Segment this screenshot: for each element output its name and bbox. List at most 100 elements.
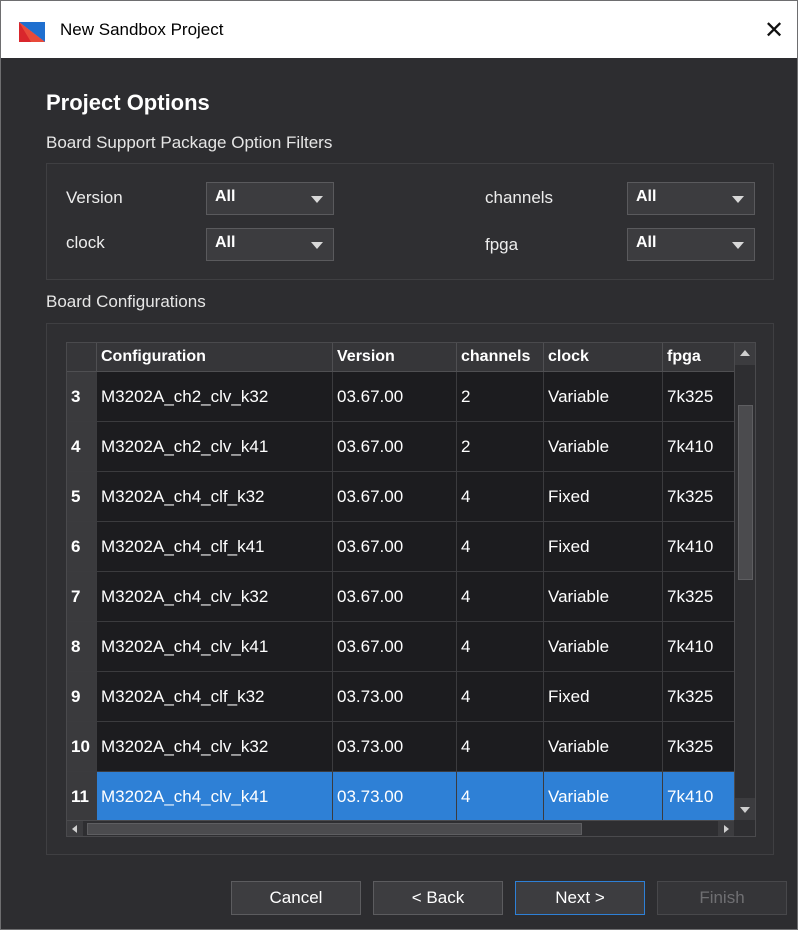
cell-configuration: M3202A_ch4_clf_k41 [97,522,333,571]
channels-filter-select[interactable]: All [627,182,755,215]
scrollbar-corner [734,820,755,836]
vertical-scroll-thumb[interactable] [738,405,753,580]
back-button[interactable]: < Back [373,881,503,915]
row-number: 5 [67,472,97,521]
table-row[interactable]: 8 M3202A_ch4_clv_k41 03.67.00 4 Variable 7k41… [67,622,734,672]
vertical-scrollbar[interactable] [734,343,755,820]
cancel-button[interactable]: Cancel [231,881,361,915]
arrow-left-icon [72,825,77,833]
cell-channels: 4 [457,772,544,821]
finish-button[interactable]: Finish [657,881,787,915]
cell-channels: 4 [457,622,544,671]
scroll-right-button[interactable] [718,821,734,836]
chevron-down-icon [311,242,323,249]
table-header: Configuration Version channels clock fpg… [67,343,755,372]
fpga-filter-label: fpga [485,235,519,254]
scroll-down-button[interactable] [735,798,755,820]
fpga-filter-value: All [636,234,657,251]
channels-filter-label: channels [485,188,554,207]
table-row[interactable]: 6 M3202A_ch4_clf_k41 03.67.00 4 Fixed 7k410 [67,522,734,572]
close-icon: ✕ [763,15,785,44]
column-header-clock[interactable]: clock [544,343,663,371]
close-button[interactable]: ✕ [751,1,797,58]
cell-configuration: M3202A_ch4_clv_k32 [97,572,333,621]
cell-channels: 4 [457,672,544,721]
dialog-window: New Sandbox Project ✕ Project Options Bo… [0,0,798,930]
table-row[interactable]: 9 M3202A_ch4_clf_k32 03.73.00 4 Fixed 7k325 [67,672,734,722]
cell-clock: Fixed [544,672,663,721]
cell-clock: Variable [544,772,663,821]
configs-heading: Board Configurations [46,292,206,311]
cell-channels: 2 [457,372,544,421]
row-number: 10 [67,722,97,771]
arrow-down-icon [740,807,750,813]
scroll-up-button[interactable] [735,343,755,365]
cell-fpga: 7k325 [667,737,714,756]
chevron-down-icon [311,196,323,203]
row-number-header [67,343,97,371]
cell-version: 03.67.00 [333,522,457,571]
cell-fpga: 7k410 [667,437,714,456]
cell-version: 03.67.00 [333,372,457,421]
table-row[interactable]: 4 M3202A_ch2_clv_k41 03.67.00 2 Variable 7k41… [67,422,734,472]
arrow-up-icon [740,350,750,356]
arrow-right-icon [724,825,729,833]
cell-version: 03.67.00 [333,622,457,671]
row-number: 4 [67,422,97,471]
cell-fpga: 7k325 [667,487,714,506]
cell-channels: 4 [457,522,544,571]
column-header-version[interactable]: Version [333,343,457,371]
clock-filter-value: All [215,234,236,251]
cell-fpga: 7k410 [667,537,714,556]
horizontal-scroll-thumb[interactable] [87,823,582,835]
title-bar: New Sandbox Project ✕ [1,1,797,58]
version-filter-select[interactable]: All [206,182,334,215]
cell-configuration: M3202A_ch4_clf_k32 [97,672,333,721]
cell-clock: Variable [544,572,663,621]
cell-clock: Variable [544,622,663,671]
table-row[interactable]: 5 M3202A_ch4_clf_k32 03.67.00 4 Fixed 7k325 [67,472,734,522]
horizontal-scrollbar[interactable] [67,820,734,836]
cell-fpga: 7k410 [663,772,734,821]
column-header-fpga[interactable]: fpga [663,343,734,371]
cell-fpga: 7k325 [667,687,714,706]
cell-configuration: M3202A_ch4_clv_k41 [97,772,333,821]
cell-channels: 4 [457,722,544,771]
next-button[interactable]: Next > [515,881,645,915]
table-row[interactable]: 3 M3202A_ch2_clv_k32 03.67.00 2 Variable 7k32… [67,372,734,422]
cell-channels: 2 [457,422,544,471]
table-row[interactable]: 11 M3202A_ch4_clv_k41 03.73.00 4 Variable 7k4… [67,772,734,822]
cell-version: 03.73.00 [333,722,457,771]
cell-configuration: M3202A_ch4_clf_k32 [97,472,333,521]
chevron-down-icon [732,242,744,249]
version-filter-label: Version [66,188,123,207]
column-header-configuration[interactable]: Configuration [97,343,333,371]
cell-configuration: M3202A_ch2_clv_k41 [97,422,333,471]
cell-version: 03.67.00 [333,572,457,621]
cell-version: 03.67.00 [333,422,457,471]
scroll-left-button[interactable] [67,821,83,836]
column-header-channels[interactable]: channels [457,343,544,371]
fpga-filter-select[interactable]: All [627,228,755,261]
filters-panel: Version All channels All clock All fpga … [46,163,774,280]
row-number: 7 [67,572,97,621]
table-row[interactable]: 7 M3202A_ch4_clv_k32 03.67.00 4 Variable 7k32… [67,572,734,622]
chevron-down-icon [732,196,744,203]
cell-configuration: M3202A_ch4_clv_k41 [97,622,333,671]
cell-configuration: M3202A_ch4_clv_k32 [97,722,333,771]
cell-fpga: 7k325 [667,587,714,606]
cell-clock: Fixed [544,472,663,521]
clock-filter-select[interactable]: All [206,228,334,261]
row-number: 8 [67,622,97,671]
cell-clock: Variable [544,722,663,771]
row-number: 3 [67,372,97,421]
cell-configuration: M3202A_ch2_clv_k32 [97,372,333,421]
configurations-table[interactable]: Configuration Version channels clock fpg… [66,342,756,837]
cell-clock: Variable [544,422,663,471]
cell-version: 03.67.00 [333,472,457,521]
table-row[interactable]: 10 M3202A_ch4_clv_k32 03.73.00 4 Variable 7k3… [67,722,734,772]
cell-channels: 4 [457,572,544,621]
window-title: New Sandbox Project [60,20,224,39]
row-number: 11 [67,772,97,821]
clock-filter-label: clock [66,233,105,252]
